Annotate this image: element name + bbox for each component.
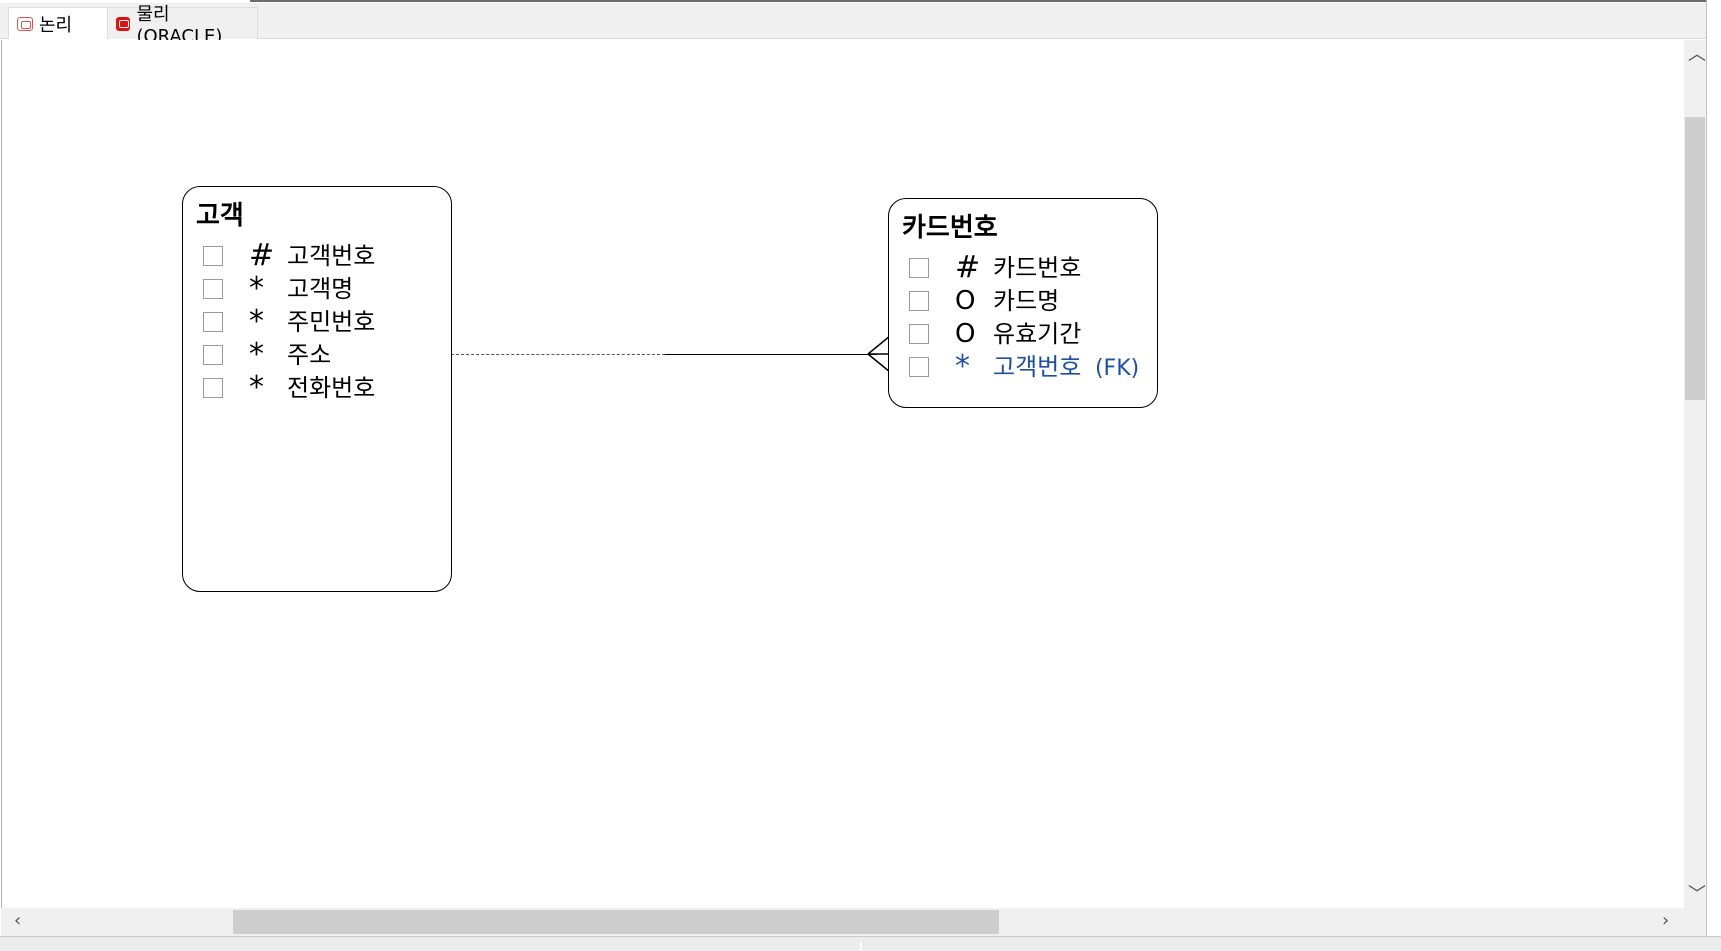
attribute-name: 유효기간 (993, 320, 1082, 348)
attribute-name: 고객명 (287, 275, 354, 303)
tab-logical-label: 논리 (39, 14, 73, 36)
vertical-scrollbar-thumb[interactable] (1685, 117, 1705, 400)
attribute-name: 주소 (287, 341, 332, 369)
attribute-row[interactable]: O 유효기간 (889, 319, 1157, 349)
scrollbar-corner (1684, 908, 1706, 936)
horizontal-scrollbar-thumb[interactable] (233, 910, 999, 934)
relationship-mandatory-segment[interactable] (665, 354, 877, 355)
panel-splitter[interactable] (860, 942, 862, 950)
attribute-name: 고객번호 (993, 353, 1082, 381)
attribute-checkbox[interactable] (909, 324, 929, 344)
mandatory-mark: * (249, 271, 264, 306)
mandatory-mark: * (955, 349, 970, 384)
attribute-name: 고객번호 (287, 242, 376, 270)
attribute-checkbox[interactable] (909, 291, 929, 311)
attribute-name: 전화번호 (287, 374, 376, 402)
scroll-down-icon[interactable]: ﹀ (1688, 886, 1706, 904)
diagram-canvas[interactable]: 고객 # 고객번호 * 고객명 * 주민번호 * 주소 * 전화번호 카드번호 (1, 40, 1685, 908)
foreign-key-attribute-name: 고객번호 (FK) (993, 353, 1139, 383)
attribute-checkbox[interactable] (203, 312, 223, 332)
window-right-edge (1706, 0, 1721, 950)
optional-mark: O (955, 319, 976, 349)
attribute-row[interactable]: * 고객번호 (FK) (889, 349, 1157, 384)
optional-mark: O (955, 286, 976, 316)
tab-physical-oracle[interactable]: 물리 (ORACLE) (108, 4, 258, 47)
mandatory-mark: * (249, 337, 264, 372)
scroll-left-icon[interactable]: ‹ (14, 912, 21, 930)
attribute-checkbox[interactable] (203, 246, 223, 266)
physical-model-icon (116, 16, 131, 31)
diagram-tab-bar: 논리 물리 (ORACLE) (0, 3, 1721, 47)
attribute-checkbox[interactable] (203, 279, 223, 299)
attribute-row[interactable]: # 카드번호 (889, 250, 1157, 285)
attribute-row[interactable]: * 주민번호 (183, 304, 451, 339)
relationship-optional-segment[interactable] (451, 354, 665, 355)
attribute-row[interactable]: * 전화번호 (183, 370, 451, 405)
mandatory-mark: * (249, 304, 264, 339)
attribute-name: 카드번호 (993, 254, 1082, 282)
primary-key-mark: # (249, 238, 275, 273)
entity-card[interactable]: 카드번호 # 카드번호 O 카드명 O 유효기간 * 고객번호 (FK) (888, 198, 1158, 408)
entity-card-title: 카드번호 (902, 213, 998, 243)
attribute-checkbox[interactable] (909, 357, 929, 377)
attribute-name: 주민번호 (287, 308, 376, 336)
logical-model-icon (17, 16, 33, 31)
attribute-row[interactable]: * 주소 (183, 337, 451, 372)
attribute-checkbox[interactable] (203, 345, 223, 365)
tab-logical[interactable]: 논리 (8, 7, 108, 39)
attribute-row[interactable]: # 고객번호 (183, 238, 451, 273)
attribute-checkbox[interactable] (909, 258, 929, 278)
entity-customer[interactable]: 고객 # 고객번호 * 고객명 * 주민번호 * 주소 * 전화번호 (182, 186, 452, 592)
foreign-key-suffix: (FK) (1094, 356, 1140, 381)
primary-key-mark: # (955, 250, 981, 285)
attribute-checkbox[interactable] (203, 378, 223, 398)
window-border-line (250, 0, 1721, 2)
mandatory-mark: * (249, 370, 264, 405)
entity-customer-title: 고객 (196, 201, 244, 231)
attribute-name: 카드명 (993, 287, 1060, 315)
scroll-up-icon[interactable]: ︿ (1688, 46, 1706, 64)
attribute-row[interactable]: O 카드명 (889, 286, 1157, 316)
attribute-row[interactable]: * 고객명 (183, 271, 451, 306)
scroll-right-icon[interactable]: › (1662, 912, 1669, 930)
